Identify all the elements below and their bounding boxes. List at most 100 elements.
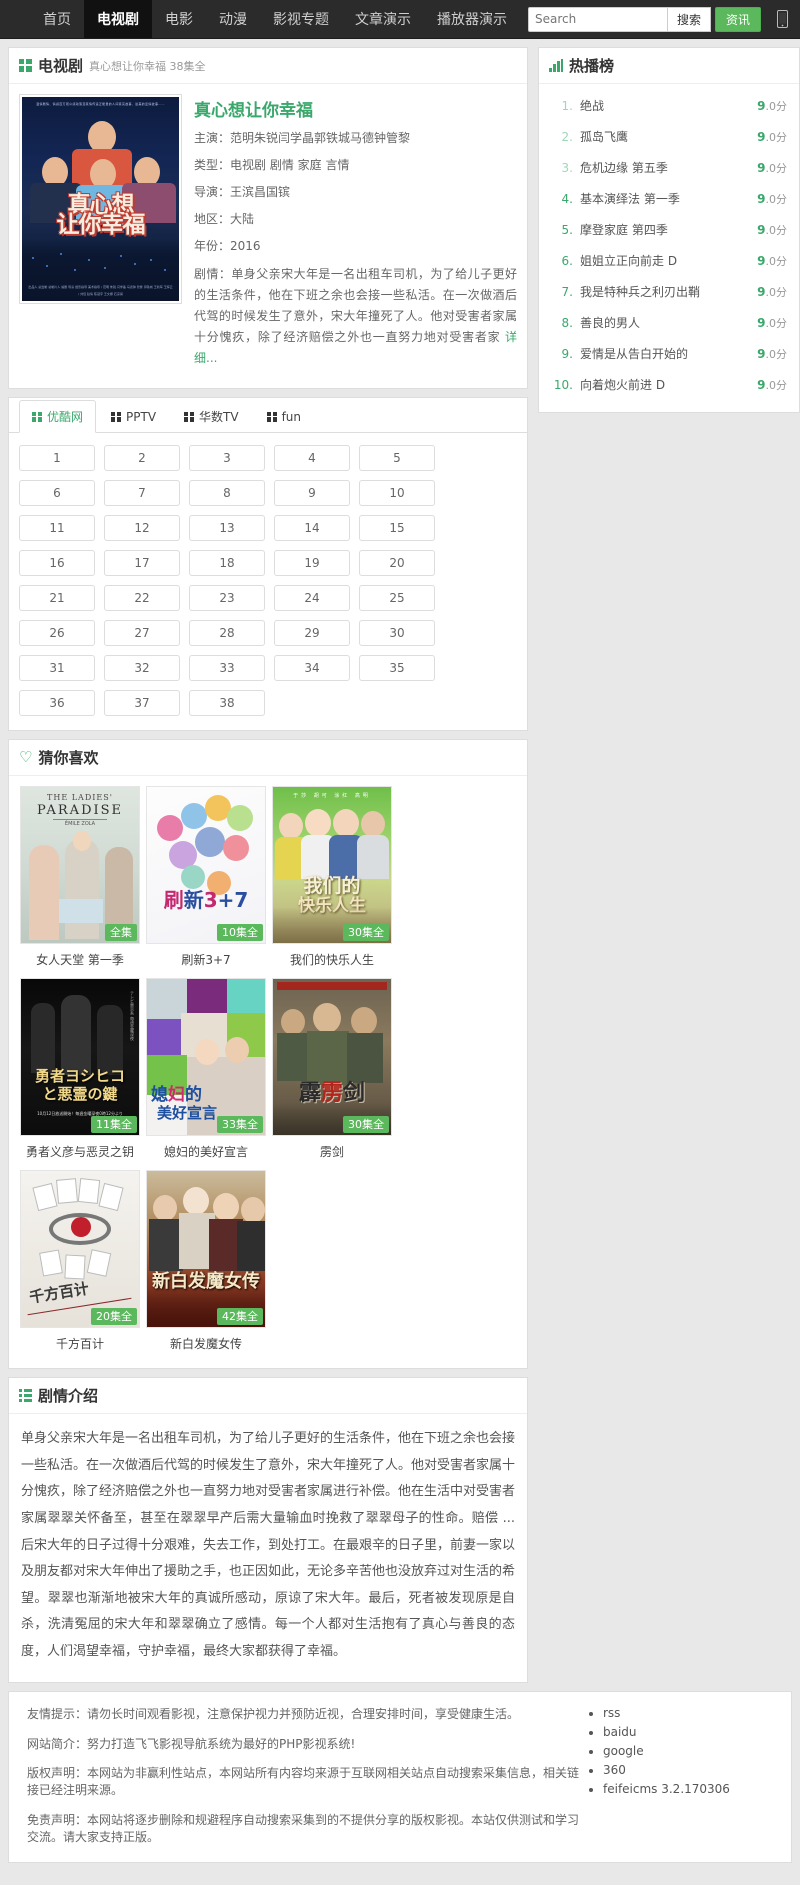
nav-item-1[interactable]: 电视剧 — [84, 0, 152, 38]
episode-button[interactable]: 16 — [19, 550, 95, 576]
episode-button[interactable]: 4 — [274, 445, 350, 471]
recommend-title-label[interactable]: 女人天堂 第一季 — [20, 951, 140, 968]
recommend-title-label[interactable]: 刷新3+7 — [146, 951, 266, 968]
episode-button[interactable]: 13 — [189, 515, 265, 541]
ranking-row: 10. 向着炮火前进 D 9.0分 — [551, 369, 787, 400]
recommend-poster[interactable]: 于莎 胡可 涂红 高明 我们的 快乐人生 30集全 — [272, 786, 392, 944]
detail-breadcrumb-sub: 真心想让你幸福 38集全 — [89, 59, 206, 73]
episode-button[interactable]: 8 — [189, 480, 265, 506]
recommend-poster[interactable]: テレビ東京系 毎週金曜深夜 勇者ヨシヒコ と悪霊の鍵 10月12日放送開始！毎週金曜深… — [20, 978, 140, 1136]
recommend-poster[interactable]: 媳妇的 美好宣言 33集全 — [146, 978, 266, 1136]
mobile-phone-icon[interactable] — [777, 10, 788, 28]
footer-link[interactable]: rss — [603, 1706, 620, 1720]
recommend-poster[interactable]: 新白发魔女传 42集全 — [146, 1170, 266, 1328]
episode-button[interactable]: 19 — [274, 550, 350, 576]
source-tab-fun[interactable]: fun — [254, 400, 314, 433]
ranking-score: 9.0分 — [757, 284, 787, 299]
episode-button[interactable]: 7 — [104, 480, 180, 506]
episode-button[interactable]: 6 — [19, 480, 95, 506]
episode-button[interactable]: 24 — [274, 585, 350, 611]
episode-button[interactable]: 9 — [274, 480, 350, 506]
search-input[interactable] — [527, 6, 668, 32]
episode-button[interactable]: 28 — [189, 620, 265, 646]
recommend-title-label[interactable]: 我们的快乐人生 — [272, 951, 392, 968]
recommend-title-label[interactable]: 雳剑 — [272, 1143, 392, 1160]
recommend-item: THE LADIES' PARADISE ÉMILE ZOLA 全集女人天堂 第一季 — [17, 786, 143, 978]
ranking-title-link[interactable]: 姐姐立正向前走 D — [580, 252, 757, 269]
ranking-title-link[interactable]: 爱情是从告白开始的 — [580, 345, 757, 362]
episode-button[interactable]: 27 — [104, 620, 180, 646]
ranking-title: 热播榜 — [569, 57, 615, 75]
episode-button[interactable]: 30 — [359, 620, 435, 646]
meta-value: 范明朱锐闫学晶郭铁城马德钟管黎 — [230, 131, 411, 145]
ranking-row: 9. 爱情是从告白开始的 9.0分 — [551, 338, 787, 369]
episode-button[interactable]: 21 — [19, 585, 95, 611]
episode-button[interactable]: 14 — [274, 515, 350, 541]
episode-button[interactable]: 5 — [359, 445, 435, 471]
nav-item-3[interactable]: 动漫 — [206, 0, 260, 38]
poster-frame[interactable]: 温情剧情、情感百万观众感动落泪真情传递正能量的人间真实故事、最美的爱情故事…… — [19, 94, 182, 304]
episode-button[interactable]: 23 — [189, 585, 265, 611]
episode-button[interactable]: 15 — [359, 515, 435, 541]
episode-button[interactable]: 11 — [19, 515, 95, 541]
ranking-row: 1. 绝战 9.0分 — [551, 90, 787, 121]
episode-button[interactable]: 10 — [359, 480, 435, 506]
ranking-title-link[interactable]: 摩登家庭 第四季 — [580, 221, 757, 238]
recommend-poster[interactable]: THE LADIES' PARADISE ÉMILE ZOLA 全集 — [20, 786, 140, 944]
ranking-title-link[interactable]: 我是特种兵之利刃出鞘 — [580, 283, 757, 300]
episode-button[interactable]: 25 — [359, 585, 435, 611]
episode-button[interactable]: 26 — [19, 620, 95, 646]
episode-button[interactable]: 35 — [359, 655, 435, 681]
episode-button[interactable]: 34 — [274, 655, 350, 681]
episode-button[interactable]: 29 — [274, 620, 350, 646]
ranking-title-link[interactable]: 善良的男人 — [580, 314, 757, 331]
episode-button[interactable]: 37 — [104, 690, 180, 716]
episode-button[interactable]: 32 — [104, 655, 180, 681]
search-button[interactable]: 搜索 — [667, 6, 711, 32]
recommend-poster[interactable]: 刷新3+7 10集全 — [146, 786, 266, 944]
recommend-poster[interactable]: 霹雳剑 30集全 — [272, 978, 392, 1136]
nav-item-4[interactable]: 影视专题 — [260, 0, 342, 38]
ranking-title-link[interactable]: 危机边缘 第五季 — [580, 159, 757, 176]
footer-link-item: google — [603, 1744, 773, 1758]
ranking-title-link[interactable]: 基本演绎法 第一季 — [580, 190, 757, 207]
footer-link[interactable]: 360 — [603, 1763, 626, 1777]
recommend-title-label[interactable]: 勇者义彦与恶灵之钥 — [20, 1143, 140, 1160]
recommend-poster[interactable]: 千方百计 20集全 — [20, 1170, 140, 1328]
nav-item-0[interactable]: 首页 — [30, 0, 84, 38]
site-footer: 友情提示：请勿长时间观看影视，注意保护视力并预防近视，合理安排时间，享受健康生活… — [8, 1690, 792, 1863]
recommend-title-label[interactable]: 新白发魔女传 — [146, 1335, 266, 1352]
episode-button[interactable]: 22 — [104, 585, 180, 611]
source-tab-华数TV[interactable]: 华数TV — [171, 400, 252, 433]
footer-link[interactable]: google — [603, 1744, 644, 1758]
source-tab-优酷网[interactable]: 优酷网 — [19, 400, 97, 433]
source-tab-PPTV[interactable]: PPTV — [98, 400, 169, 433]
recommend-title-label[interactable]: 媳妇的美好宣言 — [146, 1143, 266, 1160]
footer-link[interactable]: feifeicms 3.2.170306 — [603, 1782, 730, 1796]
ranking-title-link[interactable]: 孤岛飞鹰 — [580, 128, 757, 145]
episode-button[interactable]: 1 — [19, 445, 95, 471]
ranking-title-link[interactable]: 绝战 — [580, 97, 757, 114]
poster-title-art: 真心想 让你幸福 — [26, 194, 175, 237]
ranking-title-link[interactable]: 向着炮火前进 D — [580, 376, 757, 393]
footer-link-item: baidu — [603, 1725, 773, 1739]
recommend-title-label[interactable]: 千方百计 — [20, 1335, 140, 1352]
episode-button[interactable]: 2 — [104, 445, 180, 471]
nav-item-5[interactable]: 文章演示 — [342, 0, 424, 38]
nav-item-6[interactable]: 播放器演示 — [424, 0, 520, 38]
episode-button[interactable]: 3 — [189, 445, 265, 471]
nav-item-2[interactable]: 电影 — [152, 0, 206, 38]
episode-button[interactable]: 36 — [19, 690, 95, 716]
bar-chart-icon — [549, 59, 563, 72]
episode-button[interactable]: 17 — [104, 550, 180, 576]
footer-link[interactable]: baidu — [603, 1725, 637, 1739]
episode-button[interactable]: 31 — [19, 655, 95, 681]
episode-button[interactable]: 38 — [189, 690, 265, 716]
news-button[interactable]: 资讯 — [714, 6, 761, 32]
episode-button[interactable]: 20 — [359, 550, 435, 576]
episode-button[interactable]: 18 — [189, 550, 265, 576]
footer-notice-line: 友情提示：请勿长时间观看影视，注意保护视力并预防近视，合理安排时间，享受健康生活… — [27, 1706, 520, 1721]
ranking-row: 5. 摩登家庭 第四季 9.0分 — [551, 214, 787, 245]
episode-button[interactable]: 33 — [189, 655, 265, 681]
episode-button[interactable]: 12 — [104, 515, 180, 541]
